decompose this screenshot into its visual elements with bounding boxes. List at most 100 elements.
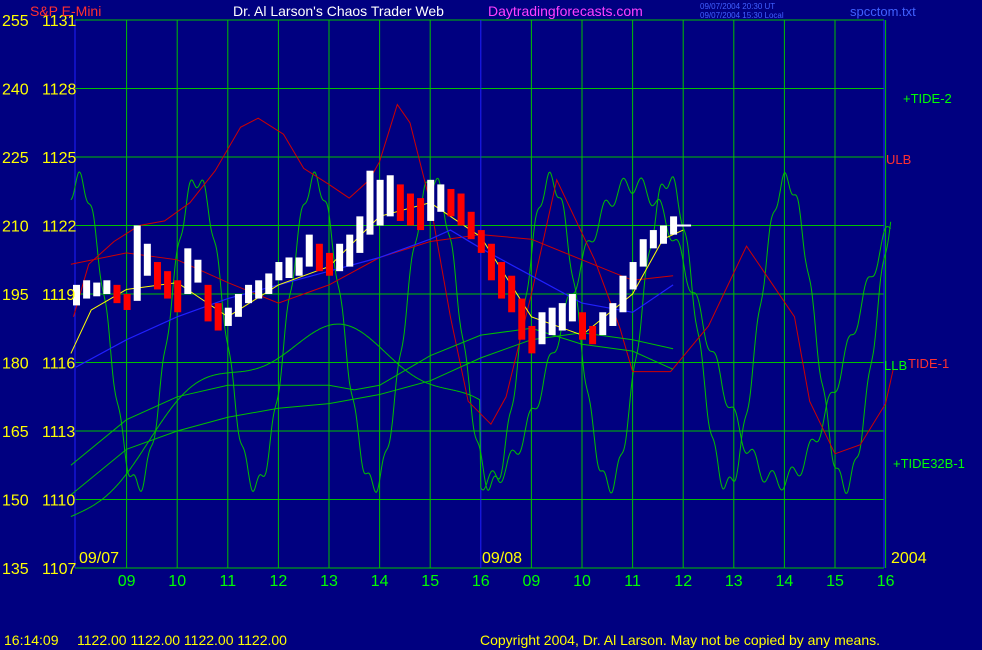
y-tick-label: 150 — [2, 493, 29, 510]
price-bar — [386, 175, 394, 217]
price-bar — [113, 284, 121, 304]
lower-band-curve — [70, 234, 674, 304]
x-tick-label: 09 — [118, 573, 136, 590]
price-tick-label: 1110 — [42, 493, 75, 510]
x-tick-label: 10 — [573, 573, 591, 590]
x-tick-label: 09 — [523, 573, 541, 590]
price-tick-label: 1116 — [42, 356, 75, 373]
price-bar — [245, 284, 253, 304]
timestamp-ut: 09/07/2004 20:30 UT — [700, 2, 775, 11]
x-tick-label: 15 — [826, 573, 844, 590]
x-tick-label: 13 — [320, 573, 338, 590]
y-tick-label: 165 — [2, 424, 29, 441]
series-label-tide2: +TIDE-2 — [903, 91, 952, 106]
footer-copyright: Copyright 2004, Dr. Al Larson. May not b… — [480, 632, 880, 648]
date-label-start: 09/07 — [79, 550, 119, 567]
tide-curves — [70, 103, 894, 518]
x-tick-label: 11 — [624, 573, 641, 590]
price-bar — [558, 303, 566, 331]
series-label-ulb: ULB — [886, 152, 911, 167]
x-tick-label: 12 — [270, 573, 288, 590]
x-tick-label: 14 — [776, 573, 794, 590]
y-tick-label: 195 — [2, 287, 29, 304]
x-tick-label: 16 — [472, 573, 490, 590]
x-tick-label: 10 — [168, 573, 186, 590]
x-tick-label: 12 — [674, 573, 692, 590]
price-bar — [143, 243, 151, 276]
price-bar — [649, 230, 657, 249]
series-label-tide1: TIDE-1 — [908, 356, 949, 371]
price-bar — [609, 303, 617, 326]
x-tick-label: 13 — [725, 573, 743, 590]
y-tick-label: 255 — [2, 13, 29, 30]
series-label-tide32b: +TIDE32B-1 — [893, 456, 965, 471]
price-bar — [133, 225, 141, 301]
price-bar — [194, 259, 202, 283]
price-bar — [659, 225, 667, 244]
price-bar — [204, 284, 212, 322]
price-bar — [234, 294, 242, 317]
y-tick-label: 225 — [2, 150, 29, 167]
price-bar — [457, 193, 465, 226]
x-tick-label: 11 — [219, 573, 236, 590]
price-bar — [639, 239, 647, 267]
footer-ohlc: 1122.00 1122.00 1122.00 1122.00 — [77, 632, 287, 648]
price-bars — [73, 170, 692, 354]
price-bar — [579, 312, 586, 340]
price-bar — [265, 273, 273, 294]
price-bar — [599, 312, 607, 336]
price-bar — [356, 216, 364, 253]
price-tick-label: 1128 — [42, 82, 77, 99]
price-bar — [174, 280, 182, 313]
price-bar — [447, 188, 455, 217]
price-bar — [295, 257, 303, 276]
price-tick-label: 1125 — [42, 150, 77, 167]
price-bar — [184, 248, 192, 294]
symbol-label: S&P E-Mini — [30, 3, 101, 19]
price-tick-label: 1122 — [42, 219, 77, 236]
price-bar — [376, 179, 384, 226]
price-bar — [406, 193, 414, 226]
price-bar — [93, 282, 101, 297]
x-axis: 09 10 11 12 13 14 15 16 09 10 11 12 13 14 15 16 — [118, 573, 895, 590]
price-bar — [589, 325, 597, 345]
price-bar — [315, 243, 323, 272]
footer-time: 16:14:09 — [4, 632, 59, 648]
x-tick-label: 15 — [421, 573, 439, 590]
price-bar — [396, 184, 404, 221]
price-bar — [326, 252, 333, 276]
price-bar — [619, 275, 627, 313]
series-label-llb: LLB — [884, 358, 907, 373]
price-bar — [518, 298, 526, 340]
y-tick-label: 240 — [2, 82, 29, 99]
chart-title: Dr. Al Larson's Chaos Trader Web — [233, 3, 444, 19]
price-tick-label: 1107 — [42, 561, 77, 578]
timestamp-local: 09/07/2004 15:30 Local — [700, 11, 784, 20]
date-label-mid: 09/08 — [482, 550, 522, 567]
price-bar — [568, 294, 576, 322]
site-link[interactable]: Daytradingforecasts.com — [488, 3, 643, 19]
price-bar — [275, 262, 283, 281]
data-file-name: spcctom.txt — [850, 4, 916, 19]
price-bar — [123, 294, 131, 310]
price-bar — [528, 325, 536, 354]
price-bar — [629, 262, 637, 290]
x-tick-label: 14 — [371, 573, 389, 590]
price-bar — [498, 262, 506, 299]
price-bar — [346, 234, 354, 267]
price-bar — [548, 307, 556, 336]
left-axis: 135 1107 150 1110 165 1113 180 1116 195 1119 210 11… — [2, 13, 77, 578]
price-bar — [214, 303, 222, 331]
price-tick-label: 1119 — [42, 287, 75, 304]
price-tick-label: 1113 — [42, 424, 75, 441]
price-bar — [305, 234, 313, 267]
price-bar — [487, 243, 495, 281]
price-bar — [417, 198, 425, 231]
price-bar — [285, 257, 293, 279]
price-bar — [83, 280, 91, 299]
date-label-year: 2004 — [891, 550, 927, 567]
price-bar — [224, 307, 232, 326]
price-bar — [366, 170, 374, 235]
price-chart: 135 1107150 1110165 1113180 1116195 1119210 11… — [2, 2, 965, 648]
lower-lower-band — [70, 327, 674, 466]
